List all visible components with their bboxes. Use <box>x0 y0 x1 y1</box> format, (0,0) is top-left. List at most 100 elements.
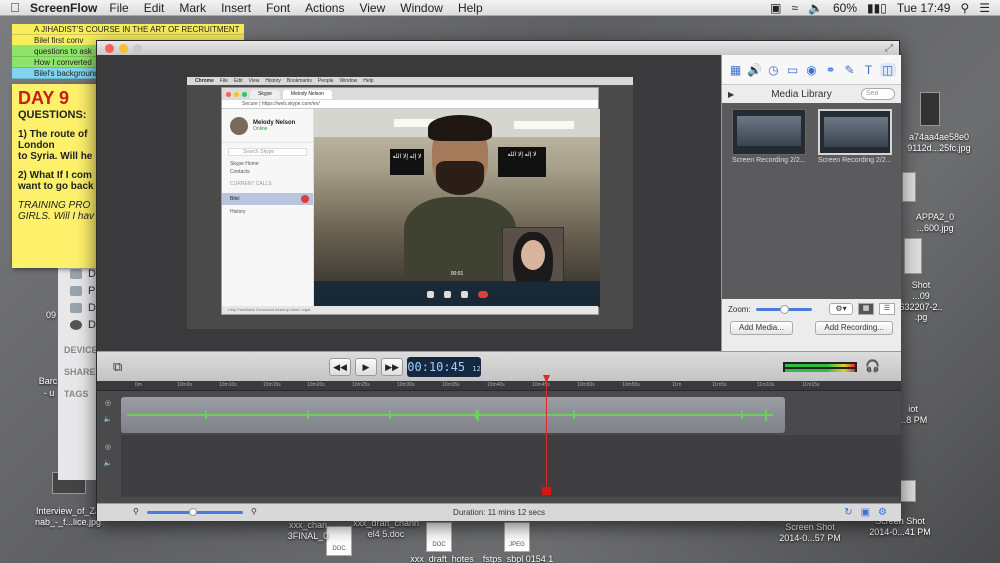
search-icon[interactable]: ⚲ <box>960 1 969 15</box>
play-triangle-icon[interactable]: ▶ <box>728 90 742 99</box>
desktop-file-label[interactable]: a74aa4ae58e0 9112d...25fc.jpg <box>900 132 978 154</box>
menu-help[interactable]: Help <box>458 1 483 15</box>
text-icon[interactable]: T <box>861 63 877 77</box>
media-item[interactable]: Screen Recording 2/2... <box>818 109 892 293</box>
menu-view[interactable]: View <box>359 1 385 15</box>
zoom-button[interactable] <box>133 43 142 53</box>
sticky-note-day9[interactable]: DAY 9 QUESTIONS: 1) The route of London to… <box>12 84 108 268</box>
zoom-slider[interactable] <box>755 304 812 314</box>
avatar <box>230 116 248 135</box>
callout-icon[interactable]: ◉ <box>804 63 820 77</box>
desktop-file-thumb[interactable] <box>900 480 916 502</box>
jpeg-file-icon[interactable]: JPEG <box>504 522 530 552</box>
volume-icon[interactable]: 🔈 <box>808 1 823 15</box>
list-view-icon[interactable]: ☰ <box>879 303 895 315</box>
desktop-file-thumb[interactable] <box>920 92 940 126</box>
forward-button[interactable]: ▶▶ <box>381 358 403 376</box>
flag-right: لا إله إلا الله <box>498 147 546 177</box>
grid-view-icon[interactable]: ▦ <box>858 303 874 315</box>
menu-font[interactable]: Font <box>266 1 290 15</box>
audio-properties-icon[interactable]: 🔊 <box>747 63 763 77</box>
timeline[interactable]: 0m 10m0s 10m10s 10m15s 10m20s 10m25s 10m… <box>97 375 901 503</box>
apple-icon[interactable]:  <box>0 0 30 15</box>
snap-icon[interactable]: ▣ <box>861 507 870 518</box>
library-header: ▶ Media Library Sea <box>722 85 901 103</box>
folder-icon <box>70 268 82 279</box>
audio-track-icon[interactable]: 🔈 <box>104 459 113 467</box>
camera-icon <box>460 290 468 298</box>
desktop-file-thumb[interactable] <box>902 172 916 202</box>
video-frame[interactable]: Chrome File Edit View History Bookmarks Peop… <box>187 77 633 329</box>
gear-icon[interactable]: ⚙▾ <box>829 303 853 315</box>
skype-current-call: Bilel <box>222 193 313 205</box>
play-button[interactable]: ▶ <box>355 358 377 376</box>
menu-mark[interactable]: Mark <box>179 1 206 15</box>
battery-percent[interactable]: 60% <box>833 1 857 15</box>
crop-icon[interactable]: ⧉ <box>113 360 127 374</box>
doc-file-label[interactable]: fstps_sbpl 0154 1 <box>476 554 560 563</box>
headphones-icon[interactable]: 🎧 <box>865 359 880 373</box>
panel-toolbar: ▦ 🔊 ◷ ▭ ◉ ⚭ ✎ T ◫ <box>722 55 901 85</box>
minimize-button[interactable] <box>119 43 128 53</box>
sticky-note-tab[interactable]: A JIHADIST'S COURSE IN THE ART OF RECRUI… <box>12 24 244 35</box>
desktop-file-label[interactable]: Screen Shot 2014-0...57 PM <box>770 522 850 544</box>
track-header: ◎ 🔈 <box>97 443 119 467</box>
menu-edit[interactable]: Edit <box>144 1 165 15</box>
desktop-file-thumb[interactable] <box>904 238 922 274</box>
rewind-button[interactable]: ◀◀ <box>329 358 351 376</box>
battery-icon[interactable]: ▮▮▯ <box>867 1 887 15</box>
close-button[interactable] <box>105 43 114 53</box>
media-library-icon[interactable]: ◫ <box>879 62 896 77</box>
desktop-left-label: - u <box>43 388 55 398</box>
doc-file-label[interactable]: xxx_chan 3FINAL_0 <box>278 520 338 542</box>
doc-file-label[interactable]: xxx_draft_chann el4 5.doc <box>350 518 422 540</box>
settings-icon[interactable]: ⚙ <box>878 507 887 518</box>
library-search[interactable]: Sea <box>861 88 895 100</box>
timeline-clip[interactable] <box>121 397 785 433</box>
doc-file-label[interactable]: xxx_draft_hotes <box>402 554 482 563</box>
playhead[interactable] <box>546 377 547 491</box>
app-menu[interactable]: ScreenFlow <box>30 1 97 15</box>
menu-actions[interactable]: Actions <box>305 1 344 15</box>
fullscreen-icon[interactable]: ⤢ <box>885 43 893 54</box>
browser-window: Skype Melody Nelson Secure | https://web… <box>221 87 600 315</box>
timer-icon[interactable]: ◷ <box>766 63 782 77</box>
clock[interactable]: Tue 17:49 <box>897 1 951 15</box>
transport-bar: ⧉ ◀◀ ▶ ▶▶ 00:10:45 12 🎧 <box>97 351 901 381</box>
menu-list-icon[interactable]: ☰ <box>979 1 990 15</box>
menu-file[interactable]: File <box>109 1 128 15</box>
desktop-file-label[interactable]: iot ...8 PM <box>898 404 928 426</box>
wifi-icon[interactable]: ≈ <box>791 1 798 15</box>
browser-status-bar: Help Feedback Download desktop client Le… <box>222 306 598 314</box>
preview-canvas[interactable]: Chrome File Edit View History Bookmarks Peop… <box>97 55 721 351</box>
audio-track-icon[interactable]: 🔈 <box>104 415 113 423</box>
annotation-icon[interactable]: ✎ <box>842 63 858 77</box>
eye-icon[interactable]: ◎ <box>105 399 111 407</box>
audio-meter <box>783 362 857 372</box>
screen-recording-icon[interactable]: ▭ <box>785 63 801 77</box>
timecode-display: 00:10:45 12 <box>407 357 481 377</box>
add-recording-button[interactable]: Add Recording... <box>815 321 893 335</box>
empty-track[interactable] <box>121 435 901 497</box>
menu-window[interactable]: Window <box>400 1 443 15</box>
eye-icon[interactable]: ◎ <box>105 443 111 451</box>
add-media-button[interactable]: Add Media... <box>730 321 793 335</box>
doc-file-icon[interactable]: DOC <box>426 522 452 552</box>
desktop-file-label[interactable]: Shot ...09 632207-2.. .pg <box>898 280 944 323</box>
loop-icon[interactable]: ↻ <box>844 507 852 518</box>
sticky-q2: 2) What If I com want to go back <box>18 170 94 192</box>
browser-tabs: Skype Melody Nelson <box>222 88 598 100</box>
folder-icon <box>70 302 82 313</box>
touch-icon[interactable]: ⚭ <box>823 63 839 77</box>
skype-sidebar: Melody Nelson Online Search Skype Skype H… <box>222 109 314 307</box>
video-properties-icon[interactable]: ▦ <box>728 63 744 77</box>
window-titlebar: ⤢ <box>97 41 899 55</box>
desktop-file-label[interactable]: APPA2_0 ...600.jpg <box>900 212 970 234</box>
menu-insert[interactable]: Insert <box>221 1 251 15</box>
browser-tab: Melody Nelson <box>282 89 332 99</box>
track-header: ◎ 🔈 <box>97 399 119 423</box>
screen-record-icon[interactable]: ▣ <box>770 1 781 15</box>
timeline-ruler[interactable]: 0m 10m0s 10m10s 10m15s 10m20s 10m25s 10m… <box>97 381 901 391</box>
media-item[interactable]: Screen Recording 2/2... <box>732 109 806 293</box>
playhead-marker[interactable] <box>542 487 551 495</box>
